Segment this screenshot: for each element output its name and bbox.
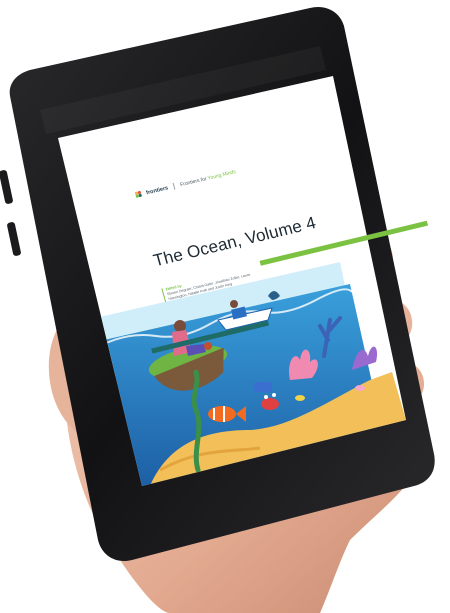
teal-accent-bar xyxy=(151,320,270,354)
authors-block: Edited by Steven Degraer, Chiara Gatto, … xyxy=(161,266,257,303)
brand-tagline: Frontiers for Young Minds xyxy=(179,168,237,188)
brand-header: frontiers Frontiers for Young Minds xyxy=(134,168,237,199)
frontiers-logo-icon xyxy=(134,190,144,199)
brand-divider xyxy=(172,182,176,190)
document-title: The Ocean, Volume 4 xyxy=(151,213,319,271)
brand-tagline-accent: Young Minds xyxy=(206,168,237,182)
brand-name: frontiers xyxy=(145,184,169,196)
